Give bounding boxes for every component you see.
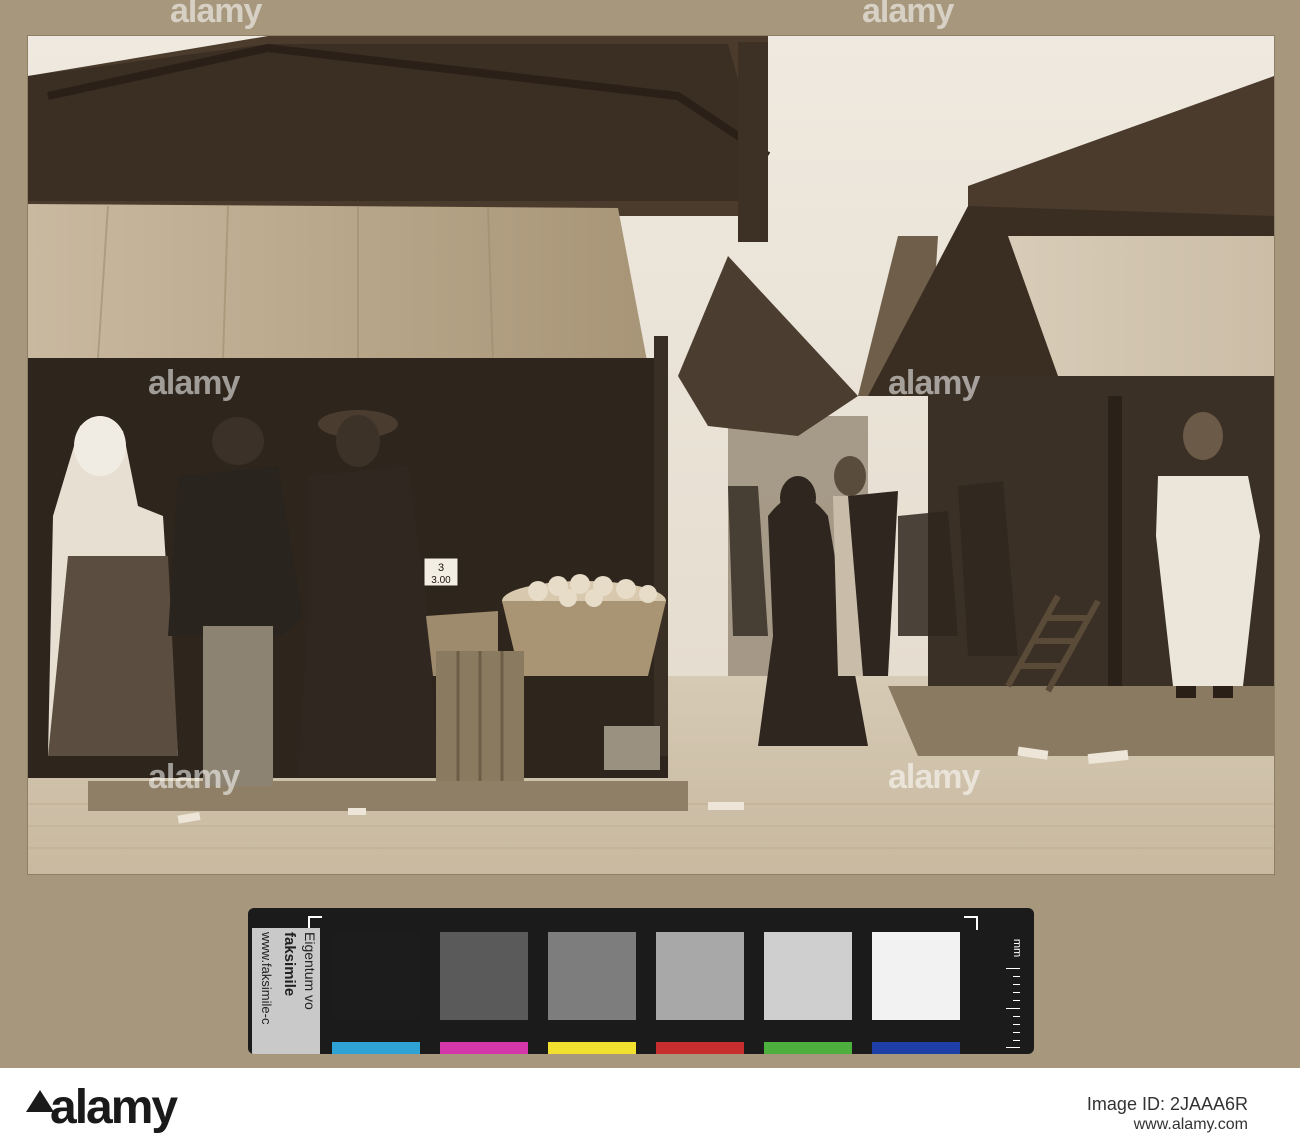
color-patch: [764, 1042, 852, 1054]
gray-patch: [872, 932, 960, 1020]
color-checker-card: Eigentum vo faksimile www.faksimile-c mm: [248, 908, 1034, 1054]
mm-ruler: [1006, 968, 1020, 1048]
card-label-line1: Eigentum vo: [302, 932, 318, 1010]
color-patch: [656, 1042, 744, 1054]
gray-patch: [332, 932, 420, 1020]
color-patch: [332, 1042, 420, 1054]
card-label-line2: faksimile: [281, 932, 298, 997]
gray-patch: [656, 932, 744, 1020]
site-url[interactable]: www.alamy.com: [1134, 1116, 1248, 1134]
crop-mark: [964, 916, 978, 930]
gray-patch: [764, 932, 852, 1020]
color-patch: [872, 1042, 960, 1054]
historic-market-photograph: 3 3.00 alamy alamy alamy alamy: [28, 36, 1274, 874]
footer: alamy Image ID: 2JAAA6R www.alamy.com: [0, 1068, 1300, 1142]
card-label-line3: www.faksimile-c: [259, 932, 274, 1025]
brand-logo[interactable]: alamy: [50, 1080, 178, 1135]
unit-label: mm: [1010, 938, 1023, 958]
color-patch: [440, 1042, 528, 1054]
price-sign-top: 3: [438, 562, 444, 574]
price-sign-bottom: 3.00: [431, 575, 451, 586]
color-patch: [548, 1042, 636, 1054]
card-label: Eigentum vo faksimile www.faksimile-c: [252, 928, 320, 1054]
image-id: Image ID: 2JAAA6R: [1086, 1094, 1248, 1114]
gray-patch: [548, 932, 636, 1020]
gray-patch: [440, 932, 528, 1020]
